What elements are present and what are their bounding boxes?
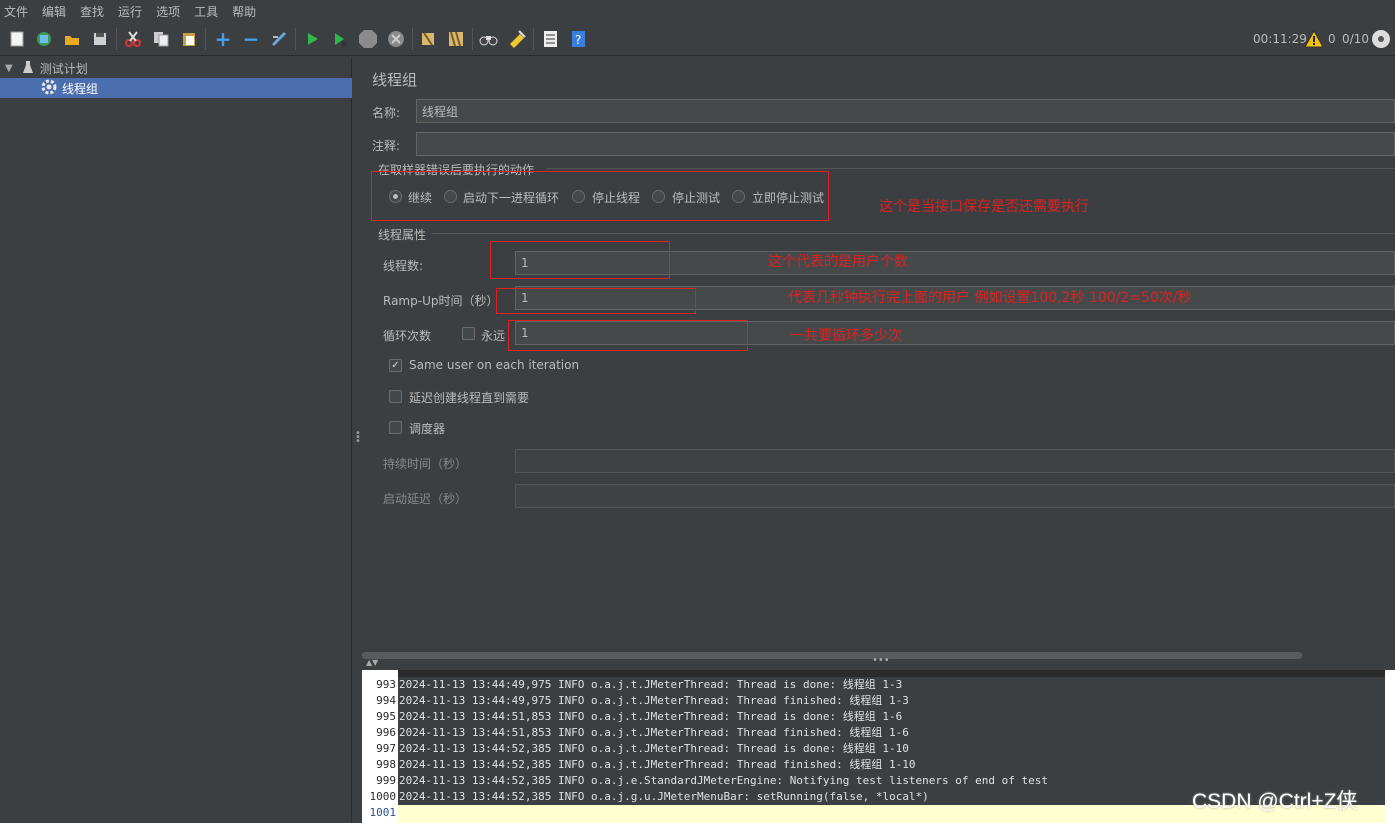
menu-help[interactable]: 帮助: [232, 3, 256, 20]
duration-input[interactable]: [515, 449, 1395, 473]
line-number: 994: [376, 694, 396, 707]
open-icon[interactable]: [60, 27, 84, 51]
comment-label: 注释:: [372, 139, 401, 153]
log-line: 2024-11-13 13:44:49,975 INFO o.a.j.t.JMe…: [398, 677, 1385, 693]
highlight-box: [508, 320, 748, 351]
menu-options[interactable]: 选项: [156, 3, 180, 20]
warning-icon[interactable]: [1302, 27, 1326, 51]
elapsed-time: 00:11:29: [1253, 32, 1307, 46]
toolbar: + − ? 00:11:29 0 0/10: [0, 22, 1395, 56]
log-line: 2024-11-13 13:44:49,975 INFO o.a.j.t.JMe…: [398, 693, 1385, 709]
start-icon[interactable]: [300, 27, 324, 51]
rampup-label: Ramp-Up时间（秒）: [383, 294, 499, 308]
chevron-down-icon[interactable]: ▼: [5, 63, 13, 74]
search-icon[interactable]: [477, 27, 501, 51]
startup-delay-input[interactable]: [515, 484, 1395, 508]
name-label: 名称:: [372, 106, 401, 120]
paste-icon[interactable]: [177, 27, 201, 51]
menu-edit[interactable]: 编辑: [42, 3, 66, 20]
collapse-icon[interactable]: −: [239, 27, 263, 51]
line-number: 999: [376, 774, 396, 787]
annotation-on-error: 这个是当接口保存是否还需要执行: [879, 199, 1089, 215]
duration-label: 持续时间（秒）: [383, 457, 468, 471]
page-title: 线程组: [372, 71, 418, 89]
startup-delay-label: 启动延迟（秒）: [383, 492, 468, 506]
line-number: 1000: [369, 790, 397, 803]
help-icon[interactable]: ?: [566, 27, 590, 51]
menu-bar: 文件 编辑 查找 运行 选项 工具 帮助: [0, 0, 1395, 22]
line-number: 995: [376, 710, 396, 723]
menu-file[interactable]: 文件: [4, 3, 28, 20]
annotation-loop: 一共要循环多少次: [790, 328, 902, 344]
start-no-pause-icon[interactable]: [328, 27, 352, 51]
same-user-label: Same user on each iteration: [409, 358, 580, 372]
scheduler-checkbox[interactable]: [389, 421, 402, 434]
log-line: 2024-11-13 13:44:51,853 INFO o.a.j.t.JMe…: [398, 709, 1385, 725]
error-count: 0: [1328, 32, 1336, 46]
splitter-handle[interactable]: • • •: [352, 57, 362, 823]
tree-item-test-plan[interactable]: ▼ 测试计划: [0, 58, 88, 78]
function-helper-icon[interactable]: [538, 27, 562, 51]
templates-icon[interactable]: [32, 27, 56, 51]
reset-search-icon[interactable]: [505, 27, 529, 51]
new-icon[interactable]: [5, 27, 29, 51]
comment-input[interactable]: [416, 132, 1395, 156]
stop-icon[interactable]: [356, 27, 380, 51]
threads-label: 线程数:: [383, 259, 424, 273]
thread-count: 0/10: [1342, 32, 1369, 46]
forever-checkbox[interactable]: [462, 327, 475, 340]
annotation-threads: 这个代表的是用户个数: [768, 254, 908, 270]
flask-icon: [22, 60, 34, 77]
delay-create-label: 延迟创建线程直到需要: [409, 391, 530, 405]
log-line: 2024-11-13 13:44:52,385 INFO o.a.j.t.JMe…: [398, 757, 1385, 773]
copy-icon[interactable]: [149, 27, 173, 51]
thread-props-group-title: 线程属性: [378, 228, 427, 242]
toggle-icon[interactable]: [267, 27, 291, 51]
loop-label: 循环次数: [383, 329, 432, 343]
clear-icon[interactable]: [416, 27, 440, 51]
tree-item-thread-group[interactable]: 线程组: [0, 78, 352, 98]
menu-tools[interactable]: 工具: [194, 3, 218, 20]
horizontal-scrollbar[interactable]: [362, 652, 1302, 659]
log-line: 2024-11-13 13:44:51,853 INFO o.a.j.t.JMe…: [398, 725, 1385, 741]
line-number: 996: [376, 726, 396, 739]
tree-item-label: 测试计划: [39, 61, 88, 76]
line-number: 997: [376, 742, 396, 755]
menu-search[interactable]: 查找: [80, 3, 104, 20]
annotation-rampup: 代表几秒钟执行完上面的用户 例如设置100,2秒 100/2=50次/秒: [788, 290, 1192, 306]
test-plan-tree: ▼ 测试计划 线程组: [0, 57, 352, 823]
remote-icon[interactable]: [1369, 27, 1393, 51]
highlight-box: [490, 241, 670, 279]
line-number: 1001: [369, 806, 397, 819]
delay-create-checkbox[interactable]: [389, 390, 402, 403]
clear-all-icon[interactable]: [444, 27, 468, 51]
save-icon[interactable]: [88, 27, 112, 51]
collapse-arrows-icon[interactable]: ▲▼: [366, 658, 378, 667]
watermark: CSDN @Ctrl+Z侠: [1192, 790, 1358, 813]
same-user-checkbox[interactable]: ✓: [389, 359, 402, 372]
log-splitter[interactable]: ▲▼ •••: [362, 655, 1395, 670]
thread-group-panel: 线程组 名称: 线程组 注释: 在取样器错误后要执行的动作 继续 启动下一进程循…: [362, 57, 1395, 660]
highlight-box: [496, 288, 696, 314]
gear-icon: [41, 79, 57, 98]
line-number: 998: [376, 758, 396, 771]
highlight-box: [371, 171, 829, 221]
expand-icon[interactable]: +: [211, 27, 235, 51]
name-input[interactable]: 线程组: [416, 99, 1395, 123]
scheduler-label: 调度器: [409, 422, 446, 436]
shutdown-icon[interactable]: [384, 27, 408, 51]
line-number: 993: [376, 678, 396, 691]
log-scrollbar[interactable]: [1385, 670, 1395, 823]
cut-icon[interactable]: [121, 27, 145, 51]
log-line: 2024-11-13 13:44:52,385 INFO o.a.j.t.JMe…: [398, 741, 1385, 757]
drag-dots-icon[interactable]: •••: [872, 655, 890, 666]
menu-run[interactable]: 运行: [118, 3, 142, 20]
forever-label: 永远: [481, 329, 506, 343]
tree-item-label: 线程组: [62, 81, 99, 96]
svg-text:?: ?: [575, 33, 581, 47]
